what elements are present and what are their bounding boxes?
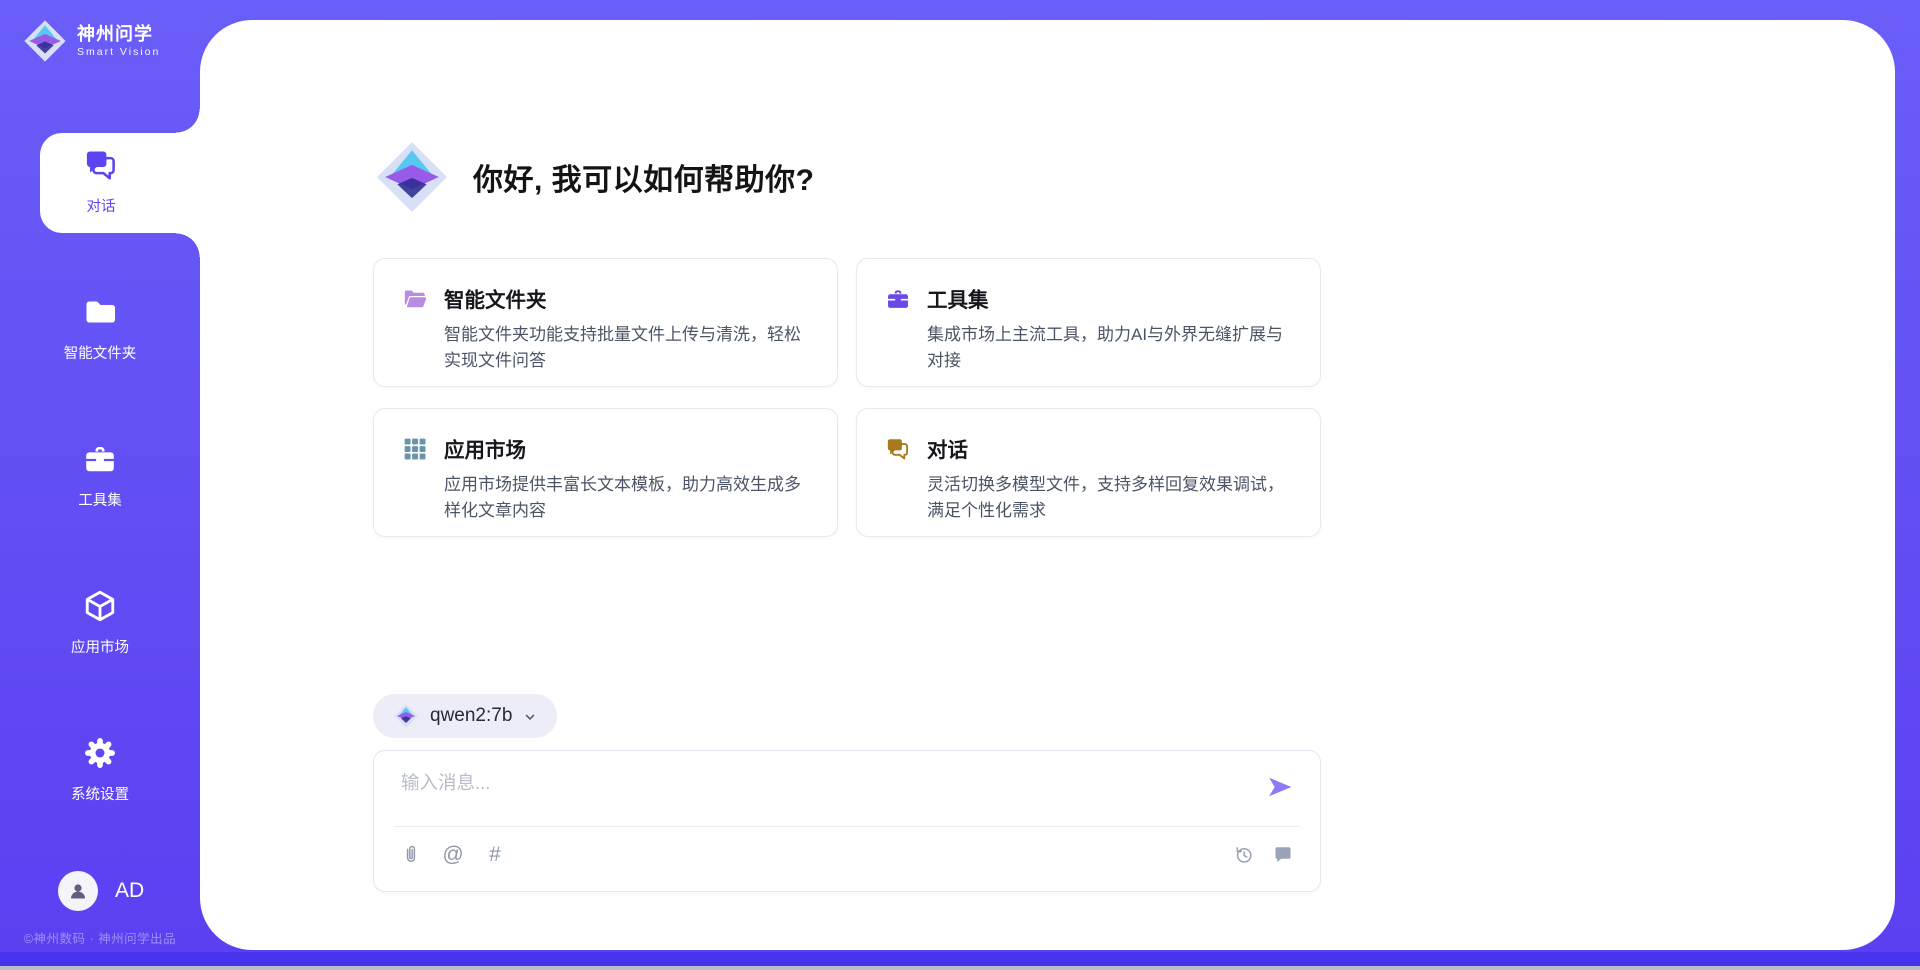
sidebar: 神州问学 Smart Vision 对话 智能文件夹 工具集 应用市场 系统设置…: [0, 0, 200, 950]
mention-button[interactable]: @: [442, 844, 464, 866]
gem-logo-icon: [373, 138, 451, 216]
history-icon: [1233, 844, 1255, 866]
model-name: qwen2:7b: [430, 705, 512, 727]
brand-logo: 神州问学 Smart Vision: [22, 18, 160, 64]
hash-icon: #: [489, 844, 501, 866]
send-button[interactable]: [1266, 773, 1294, 801]
sidebar-item-label: 应用市场: [71, 636, 129, 657]
active-tab-top-curve: [176, 109, 201, 133]
send-arrow-icon: [1266, 773, 1294, 801]
new-chat-button[interactable]: [1272, 844, 1294, 866]
card-title: 工具集: [927, 283, 1296, 313]
active-tab-bottom-curve: [176, 233, 201, 257]
model-selector[interactable]: qwen2:7b: [373, 694, 557, 738]
composer-tools-left: @ #: [400, 844, 506, 866]
sidebar-item-label: 工具集: [78, 489, 122, 510]
card-description: 灵活切换多模型文件，支持多样回复效果调试，满足个性化需求: [927, 472, 1296, 525]
card-description: 集成市场上主流工具，助力AI与外界无缝扩展与对接: [927, 322, 1296, 375]
composer-tools-right: [1233, 844, 1294, 866]
sidebar-item-label: 对话: [87, 195, 116, 216]
greeting: 你好, 我可以如何帮助你?: [373, 138, 815, 216]
sidebar-item-label: 智能文件夹: [64, 342, 137, 363]
sidebar-item-settings[interactable]: 系统设置: [0, 735, 200, 804]
card-description: 应用市场提供丰富长文本模板，助力高效生成多样化文章内容: [444, 472, 813, 525]
greeting-title: 你好, 我可以如何帮助你?: [473, 155, 815, 199]
card-toolset[interactable]: 工具集 集成市场上主流工具，助力AI与外界无缝扩展与对接: [856, 258, 1321, 387]
brand-name: 神州问学: [77, 24, 160, 45]
sidebar-item-label: 系统设置: [71, 783, 129, 804]
avatar: [58, 871, 98, 911]
composer-divider: [394, 826, 1300, 827]
user-account[interactable]: AD: [58, 871, 144, 911]
chevron-down-icon: [523, 710, 537, 724]
page-bottom-band: [0, 952, 1920, 966]
message-composer: @ #: [373, 750, 1321, 892]
gem-logo-icon: [22, 18, 68, 64]
card-app-market[interactable]: 应用市场 应用市场提供丰富长文本模板，助力高效生成多样化文章内容: [373, 408, 838, 537]
chat-bubbles-icon: [83, 147, 119, 183]
user-name: AD: [115, 879, 144, 903]
sidebar-item-app-market[interactable]: 应用市场: [0, 588, 200, 657]
sidebar-item-chat[interactable]: 对话: [40, 133, 202, 233]
grid-icon: [402, 436, 428, 462]
gear-icon: [82, 735, 118, 771]
message-square-icon: [1272, 844, 1294, 866]
card-chat[interactable]: 对话 灵活切换多模型文件，支持多样回复效果调试，满足个性化需求: [856, 408, 1321, 537]
paperclip-icon: [400, 844, 422, 866]
user-avatar-icon: [66, 879, 90, 903]
feature-cards: 智能文件夹 智能文件夹功能支持批量文件上传与清洗，轻松实现文件问答 工具集 集成…: [373, 258, 1321, 537]
brand-subtitle: Smart Vision: [77, 46, 160, 58]
briefcase-icon: [82, 441, 118, 477]
message-input[interactable]: [401, 769, 1241, 819]
folder-icon: [82, 294, 118, 330]
topic-button[interactable]: #: [484, 844, 506, 866]
card-title: 对话: [927, 433, 1296, 463]
gem-logo-icon: [393, 703, 419, 729]
copyright-footer: ©神州数码 · 神州问学出品: [0, 928, 200, 947]
card-title: 智能文件夹: [444, 283, 813, 313]
horizontal-scrollbar[interactable]: [0, 966, 1920, 970]
card-smart-folder[interactable]: 智能文件夹 智能文件夹功能支持批量文件上传与清洗，轻松实现文件问答: [373, 258, 838, 387]
at-sign-icon: @: [442, 844, 463, 866]
card-title: 应用市场: [444, 433, 813, 463]
folder-open-icon: [402, 286, 428, 312]
sidebar-item-smart-folder[interactable]: 智能文件夹: [0, 294, 200, 363]
briefcase-icon: [885, 286, 911, 312]
attach-file-button[interactable]: [400, 844, 422, 866]
chat-bubbles-icon: [885, 436, 911, 462]
card-description: 智能文件夹功能支持批量文件上传与清洗，轻松实现文件问答: [444, 322, 813, 375]
cube-icon: [82, 588, 118, 624]
history-button[interactable]: [1233, 844, 1255, 866]
sidebar-item-toolset[interactable]: 工具集: [0, 441, 200, 510]
